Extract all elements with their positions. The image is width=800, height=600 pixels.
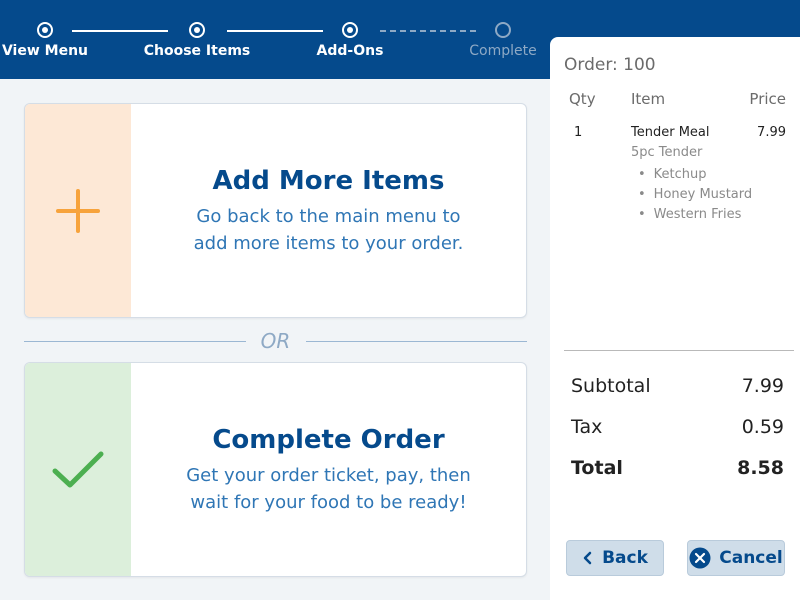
order-summary-panel: Order: 100 Qty Item Price 1 Tender Meal … bbox=[550, 37, 800, 600]
back-label: Back bbox=[602, 548, 648, 568]
step-done-icon bbox=[189, 22, 205, 38]
add-more-description: Go back to the main menu to add more ite… bbox=[194, 203, 464, 257]
line-item-modifiers: Ketchup Honey Mustard Western Fries bbox=[638, 165, 752, 225]
line-item-qty: 1 bbox=[574, 125, 583, 140]
chevron-left-icon bbox=[582, 551, 594, 565]
add-more-title: Add More Items bbox=[212, 165, 445, 196]
add-more-icon-panel bbox=[25, 104, 131, 317]
totals-divider bbox=[564, 350, 794, 351]
modifier-item: Western Fries bbox=[638, 205, 752, 225]
add-more-description-line: Go back to the main menu to bbox=[196, 205, 461, 227]
divider-line bbox=[305, 340, 527, 342]
close-circle-icon bbox=[689, 547, 711, 569]
cancel-button[interactable]: Cancel bbox=[687, 540, 785, 576]
subtotal-label: Subtotal bbox=[571, 375, 651, 397]
complete-order-description-line: wait for your food to be ready! bbox=[190, 491, 467, 513]
subtotal-row: Subtotal 7.99 bbox=[571, 375, 784, 401]
complete-order-description: Get your order ticket, pay, then wait fo… bbox=[186, 462, 471, 516]
plus-icon bbox=[56, 188, 100, 233]
total-row: Total 8.58 bbox=[571, 457, 784, 483]
step-current-icon bbox=[342, 22, 358, 38]
or-divider: OR bbox=[24, 327, 527, 355]
step-pending-icon bbox=[495, 22, 511, 38]
total-value: 8.58 bbox=[737, 457, 784, 479]
check-icon bbox=[52, 451, 104, 487]
step-done-icon bbox=[37, 22, 53, 38]
step-label: View Menu bbox=[1, 43, 89, 59]
total-label: Total bbox=[571, 457, 623, 479]
step-add-ons: Add-Ons bbox=[295, 22, 405, 59]
tax-value: 0.59 bbox=[741, 416, 784, 438]
cancel-label: Cancel bbox=[719, 548, 783, 568]
subtotal-value: 7.99 bbox=[741, 375, 784, 397]
line-item-variant: 5pc Tender bbox=[631, 145, 703, 160]
line-item-price: 7.99 bbox=[757, 125, 786, 140]
add-more-description-line: add more items to your order. bbox=[193, 232, 464, 254]
add-more-body: Add More Items Go back to the main menu … bbox=[131, 104, 526, 317]
step-choose-items: Choose Items bbox=[142, 22, 252, 59]
complete-order-body: Complete Order Get your order ticket, pa… bbox=[131, 363, 526, 576]
step-view-menu: View Menu bbox=[0, 22, 100, 59]
or-text: OR bbox=[260, 329, 291, 353]
complete-order-icon-panel bbox=[25, 363, 131, 576]
complete-order-description-line: Get your order ticket, pay, then bbox=[186, 464, 471, 486]
line-item-name: Tender Meal bbox=[631, 125, 710, 140]
column-header-qty: Qty bbox=[569, 90, 596, 108]
step-label: Add-Ons bbox=[316, 43, 384, 59]
modifier-item: Honey Mustard bbox=[638, 185, 752, 205]
modifier-item: Ketchup bbox=[638, 165, 752, 185]
step-complete: Complete bbox=[448, 22, 558, 59]
tax-label: Tax bbox=[571, 416, 603, 438]
step-label: Choose Items bbox=[143, 43, 251, 59]
column-header-price: Price bbox=[749, 90, 786, 108]
tax-row: Tax 0.59 bbox=[571, 416, 784, 442]
order-number: Order: 100 bbox=[564, 55, 656, 75]
complete-order-card[interactable]: Complete Order Get your order ticket, pa… bbox=[24, 362, 527, 577]
add-more-items-card[interactable]: Add More Items Go back to the main menu … bbox=[24, 103, 527, 318]
back-button[interactable]: Back bbox=[566, 540, 664, 576]
divider-line bbox=[24, 340, 246, 342]
complete-order-title: Complete Order bbox=[212, 424, 445, 455]
column-header-item: Item bbox=[631, 90, 666, 108]
step-label: Complete bbox=[469, 43, 537, 59]
